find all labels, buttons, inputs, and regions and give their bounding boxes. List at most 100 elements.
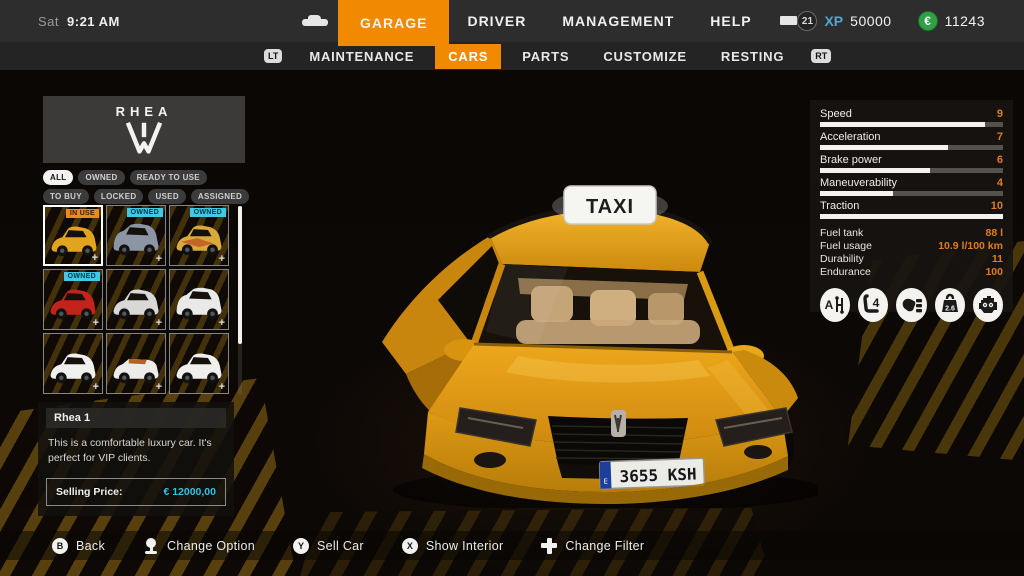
hint-show-interior[interactable]: X Show Interior xyxy=(401,537,504,554)
car-tile[interactable]: + xyxy=(169,269,229,330)
stat-label: Brake power xyxy=(820,154,882,166)
car-description: This is a comfortable luxury car. It's p… xyxy=(48,437,212,465)
status-badge: IN USE xyxy=(65,209,99,218)
detail-label: Fuel tank xyxy=(820,226,864,239)
add-icon: + xyxy=(155,381,162,393)
tab-maintenance[interactable]: MAINTENANCE xyxy=(296,44,427,69)
car-tile[interactable]: + xyxy=(169,333,229,394)
brand-panel: RHEA xyxy=(43,96,245,163)
tab-customize[interactable]: CUSTOMIZE xyxy=(590,44,700,69)
car-tile[interactable]: + xyxy=(43,333,103,394)
seats-icon: 4 xyxy=(858,288,889,322)
hint-label: Change Filter xyxy=(565,538,645,553)
car-tile[interactable]: OWNED + xyxy=(169,205,229,266)
stat-label: Acceleration xyxy=(820,131,881,143)
stat-row: Acceleration 7 xyxy=(820,131,1003,150)
stat-value: 10 xyxy=(990,200,1003,212)
hint-label: Back xyxy=(76,538,105,553)
detail-label: Durability xyxy=(820,252,864,265)
button-b-icon: B xyxy=(52,537,68,554)
filter-chips: ALL OWNED READY TO USE TO BUY LOCKED USE… xyxy=(43,170,251,204)
detail-list: Fuel tank 88 l Fuel usage 10.9 l/100 km Du… xyxy=(820,227,1003,280)
left-stick-icon xyxy=(143,537,159,554)
filter-used[interactable]: USED xyxy=(148,189,186,204)
xp-value: 50000 xyxy=(850,13,892,29)
add-icon: + xyxy=(92,381,99,393)
tab-resting[interactable]: RESTING xyxy=(708,44,797,69)
hint-change-filter[interactable]: Change Filter xyxy=(541,537,645,554)
car-tile[interactable]: OWNED + xyxy=(43,269,103,330)
detail-label: Fuel usage xyxy=(820,239,872,252)
xp-label: XP xyxy=(824,13,844,29)
car-tile[interactable]: + xyxy=(106,333,166,394)
stat-row: Maneuverability 4 xyxy=(820,177,1003,196)
tab-garage[interactable]: GARAGE xyxy=(338,0,450,46)
detail-value: 100 xyxy=(985,265,1003,278)
stat-label: Maneuverability xyxy=(820,177,898,189)
transmission-automatic-icon: A xyxy=(820,288,851,322)
detail-value: 10.9 l/100 km xyxy=(938,239,1003,252)
add-icon: + xyxy=(91,252,98,264)
hint-label: Sell Car xyxy=(317,538,364,553)
brand-name: RHEA xyxy=(115,104,173,119)
car-tile[interactable]: OWNED + xyxy=(106,205,166,266)
grid-scrollbar[interactable] xyxy=(238,206,242,394)
selling-price-box: Selling Price: € 12000,00 xyxy=(46,478,226,507)
xp-group: 21 XP 50000 xyxy=(797,11,891,31)
grid-scrollbar-thumb[interactable] xyxy=(238,206,242,344)
taxi-sign-text: TAXI xyxy=(586,196,634,218)
add-icon: + xyxy=(155,317,162,329)
stat-bar xyxy=(820,144,1003,150)
hint-change-option[interactable]: Change Option xyxy=(143,537,255,554)
filter-ready-to-use[interactable]: READY TO USE xyxy=(129,170,207,185)
car-icon xyxy=(302,14,328,28)
add-icon: + xyxy=(218,253,225,265)
car-tile[interactable]: + xyxy=(106,269,166,330)
taxi-car-render: TAXI E 3655 KSH xyxy=(382,185,818,508)
hint-back[interactable]: B Back xyxy=(52,537,105,554)
button-x-icon: X xyxy=(401,537,418,554)
tab-help[interactable]: HELP xyxy=(692,0,769,42)
price-label: Selling Price: xyxy=(56,486,123,499)
tab-cars[interactable]: CARS xyxy=(435,43,502,69)
plate-country: E xyxy=(603,478,607,486)
add-icon: + xyxy=(218,381,225,393)
detail-row: Fuel tank 88 l xyxy=(820,227,1003,240)
car-details-panel: Rhea 1 This is a comfortable luxury car.… xyxy=(38,402,234,517)
filter-to-buy[interactable]: TO BUY xyxy=(43,189,89,204)
stat-value: 6 xyxy=(996,154,1003,166)
status-badge: OWNED xyxy=(63,272,100,281)
status-badge: OWNED xyxy=(126,208,163,217)
stat-label: Speed xyxy=(820,108,852,120)
day-label: Sat xyxy=(38,13,60,29)
filter-owned[interactable]: OWNED xyxy=(78,170,125,185)
tab-driver[interactable]: DRIVER xyxy=(449,0,544,42)
stat-value: 9 xyxy=(996,108,1003,120)
tab-management[interactable]: MANAGEMENT xyxy=(544,0,692,42)
lt-bumper-icon[interactable]: LT xyxy=(264,49,283,63)
stat-bar xyxy=(820,213,1003,219)
dpad-icon xyxy=(541,537,558,554)
svg-text:A: A xyxy=(825,298,834,312)
garage-screen: TAXI E 3655 KSH Sat 9:21 AM GARAGE DRIVE… xyxy=(0,0,1024,576)
stat-bar xyxy=(820,167,1003,173)
tab-parts[interactable]: PARTS xyxy=(509,44,582,69)
stat-value: 4 xyxy=(996,177,1003,189)
filter-locked[interactable]: LOCKED xyxy=(93,189,144,204)
stat-value: 7 xyxy=(996,131,1003,143)
car-name: Rhea 1 xyxy=(46,408,226,428)
top-bar: Sat 9:21 AM GARAGE DRIVER MANAGEMENT HEL… xyxy=(0,0,1024,46)
svg-text:2.6: 2.6 xyxy=(945,306,955,313)
rhea-logo-icon xyxy=(125,121,163,154)
car-tile[interactable]: IN USE + xyxy=(43,205,103,266)
filter-assigned[interactable]: ASSIGNED xyxy=(190,189,250,204)
filter-all[interactable]: ALL xyxy=(43,170,74,185)
weight-icon: 2.6 xyxy=(934,288,965,322)
svg-text:4: 4 xyxy=(873,296,880,310)
engine-icon xyxy=(972,288,1004,322)
rt-bumper-icon[interactable]: RT xyxy=(811,49,832,63)
hint-bar: B Back Change Option Y Sell Car X Show I… xyxy=(0,531,1024,560)
stat-row: Brake power 6 xyxy=(820,154,1003,173)
hint-sell-car[interactable]: Y Sell Car xyxy=(293,537,364,554)
clock: Sat 9:21 AM xyxy=(38,0,120,42)
